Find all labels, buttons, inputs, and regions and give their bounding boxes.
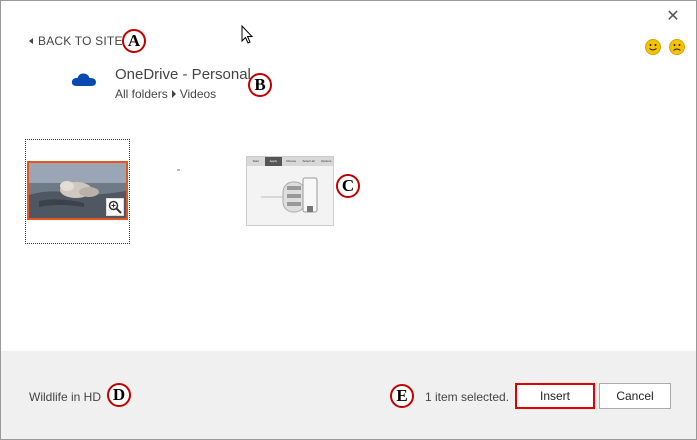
thumbnail-device-graphic bbox=[261, 177, 318, 213]
loading-placeholder bbox=[177, 169, 180, 171]
zoom-icon[interactable] bbox=[106, 198, 124, 216]
breadcrumb-all-folders[interactable]: All folders bbox=[115, 87, 168, 101]
callout-d: D bbox=[107, 383, 131, 407]
thumbnail-tab: Start bbox=[252, 159, 259, 163]
back-to-sites-link[interactable]: BACK TO SITES bbox=[29, 34, 131, 48]
callout-a: A bbox=[122, 29, 146, 53]
cancel-button[interactable]: Cancel bbox=[599, 383, 671, 409]
back-arrow-icon bbox=[29, 38, 33, 44]
mouse-cursor-icon bbox=[241, 25, 254, 44]
site-title: OneDrive - Personal bbox=[115, 66, 251, 83]
close-icon[interactable]: ✕ bbox=[665, 9, 681, 25]
smile-icon[interactable] bbox=[645, 39, 661, 55]
back-to-sites-label: BACK TO SITES bbox=[38, 34, 131, 48]
thumbnail-tab: Apply bbox=[264, 157, 283, 166]
video-thumbnail-second[interactable]: Start Apply Choose Select all Options bbox=[246, 156, 334, 226]
selected-item-name: Wildlife in HD bbox=[29, 390, 102, 404]
onedrive-cloud-icon bbox=[71, 73, 96, 86]
breadcrumb-videos: Videos bbox=[179, 87, 217, 101]
breadcrumb-chevron-icon bbox=[171, 90, 176, 98]
video-thumbnail-wildlife[interactable] bbox=[25, 139, 130, 244]
breadcrumb: All folders Videos bbox=[115, 87, 216, 101]
selection-status: 1 item selected. bbox=[425, 390, 510, 404]
insert-video-dialog: ✕ BACK TO SITES A OneDrive - Personal Al… bbox=[0, 0, 697, 440]
insert-button[interactable]: Insert bbox=[515, 383, 595, 409]
wildlife-thumbnail-image bbox=[27, 161, 128, 220]
callout-e: E bbox=[390, 384, 414, 408]
frown-icon[interactable] bbox=[669, 39, 685, 55]
thumbnail-tab: Select all bbox=[302, 159, 315, 163]
thumbnail-tab: Options bbox=[321, 159, 332, 163]
thumbnail-tab-strip: Start Apply Choose Select all Options bbox=[247, 157, 333, 166]
callout-c: C bbox=[336, 174, 360, 198]
thumbnail-tab: Choose bbox=[285, 159, 297, 163]
callout-b: B bbox=[248, 73, 272, 97]
